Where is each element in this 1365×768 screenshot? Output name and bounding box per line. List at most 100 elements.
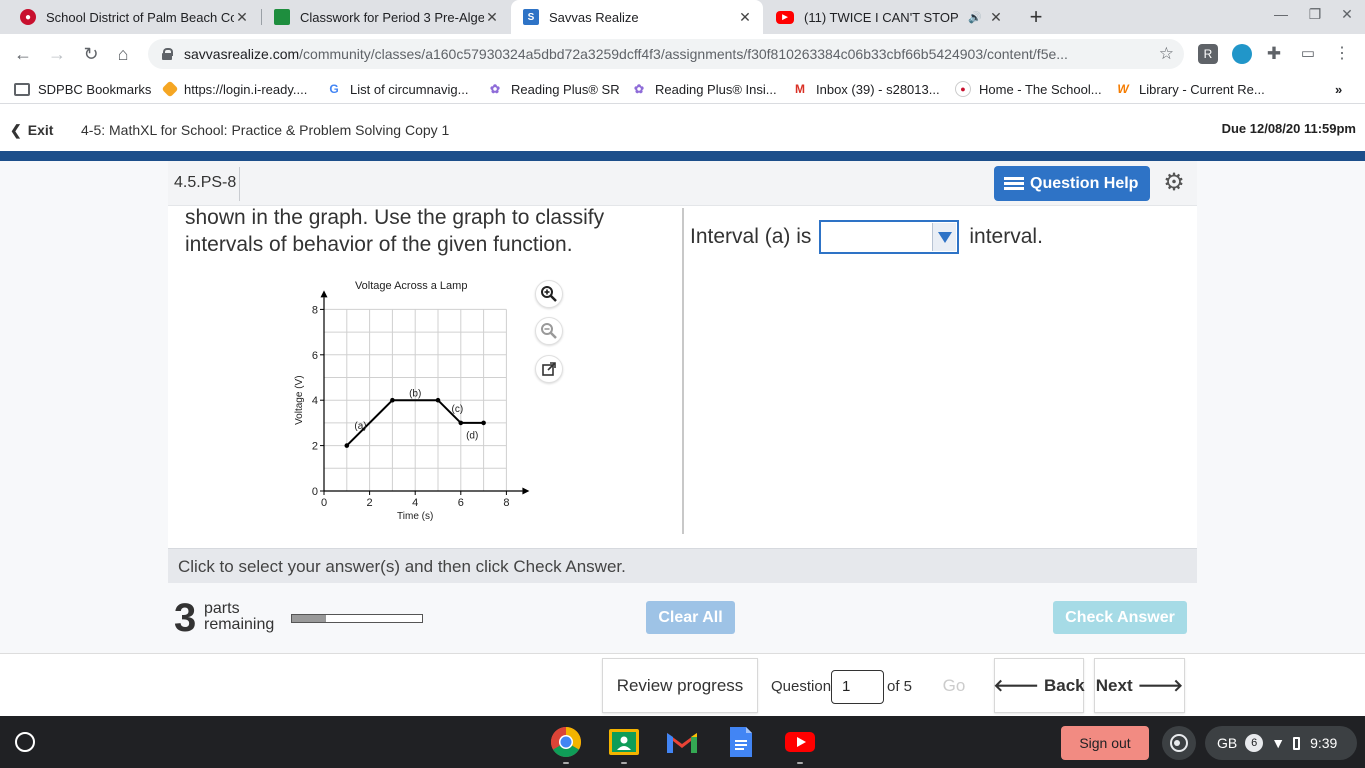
new-tab-button[interactable]: +: [1024, 4, 1048, 30]
wifi-icon: ▼: [1271, 735, 1286, 751]
question-number-input[interactable]: 1: [831, 670, 884, 704]
tab-classwork[interactable]: Classwork for Period 3 Pre-Algeb ✕: [262, 0, 510, 34]
reading-plus-icon: ✿: [489, 82, 501, 96]
x-axis-label: Time (s): [397, 511, 433, 522]
bookmark-label: SDPBC Bookmarks: [38, 81, 152, 97]
close-icon[interactable]: ✕: [234, 9, 250, 26]
gmail-icon[interactable]: [665, 726, 699, 758]
browser-toolbar: ← → ↻ ⌂ savvasrealize.com/community/clas…: [0, 34, 1365, 74]
data-point: [435, 397, 441, 403]
launcher-icon[interactable]: [15, 732, 35, 752]
x-tick-label: 0: [321, 497, 327, 509]
google-classroom-icon[interactable]: [607, 726, 641, 758]
popout-icon[interactable]: [535, 355, 563, 383]
voltage-chart: 0 2 4 6 8 0 2 4 6 8 Voltage Across a Lamp Time (s) V…: [294, 280, 530, 522]
bookmark-label: Reading Plus® SR: [511, 81, 620, 97]
parts-label-line: parts: [204, 600, 240, 617]
y-tick-label: 0: [312, 486, 318, 498]
question-help-button[interactable]: Question Help: [994, 166, 1150, 201]
os-shelf: Sign out GB 6 ▼ 9:39: [0, 716, 1365, 768]
go-button[interactable]: Go: [925, 658, 983, 713]
extensions-puzzle-icon[interactable]: ✚: [1264, 44, 1284, 64]
progress-fill: [292, 615, 326, 622]
bookmark-label: Reading Plus® Insi...: [655, 81, 777, 97]
chrome-icon[interactable]: [549, 726, 583, 758]
bookmarks-overflow-icon[interactable]: »: [1335, 80, 1342, 98]
sign-out-button[interactable]: Sign out: [1061, 726, 1149, 760]
google-docs-icon[interactable]: [724, 726, 758, 758]
clear-all-button[interactable]: Clear All: [646, 601, 735, 634]
back-button[interactable]: 🡐 Back: [993, 658, 1085, 713]
restore-icon[interactable]: ❐: [1305, 6, 1325, 23]
question-number-label: Question: [771, 678, 832, 695]
browser-tab-strip: ● School District of Palm Beach Co ✕ Cla…: [0, 0, 1365, 34]
kebab-menu-icon[interactable]: ⋮: [1332, 44, 1352, 64]
status-area[interactable]: GB 6 ▼ 9:39: [1205, 726, 1357, 760]
y-axis-arrow: [320, 290, 328, 298]
close-icon[interactable]: ✕: [484, 9, 500, 26]
question-header: 4.5.PS-8 Question Help ⚙: [168, 161, 1197, 206]
x-tick-label: 2: [367, 497, 373, 509]
tab-youtube[interactable]: ▶ (11) TWICE I CAN'T STOP ME 🔊 ✕: [764, 0, 1014, 34]
address-bar[interactable]: savvasrealize.com/community/classes/a160…: [148, 39, 1184, 69]
x-tick-label: 8: [503, 497, 509, 509]
youtube-icon[interactable]: [783, 726, 817, 758]
google-classroom-icon: [274, 9, 290, 25]
extension-blue-icon[interactable]: [1232, 44, 1252, 64]
check-answer-button[interactable]: Check Answer: [1053, 601, 1187, 634]
library-icon: W: [1117, 82, 1129, 96]
forward-arrow-icon[interactable]: →: [45, 42, 69, 66]
tab-school-district[interactable]: ● School District of Palm Beach Co ✕: [8, 0, 260, 34]
review-progress-button[interactable]: Review progress: [602, 658, 758, 713]
interval-label: (c): [452, 404, 464, 415]
question-id: 4.5.PS-8: [174, 174, 237, 191]
interval-a-dropdown[interactable]: [819, 220, 960, 254]
cast-icon[interactable]: ▭: [1298, 44, 1318, 64]
zoom-in-icon[interactable]: [535, 280, 563, 308]
y-tick-label: 6: [312, 350, 318, 362]
tray-button[interactable]: [1162, 726, 1196, 760]
exit-button[interactable]: ❮ Exit: [10, 122, 53, 139]
bookmark-reading-plus-sr[interactable]: ✿ Reading Plus® SR: [487, 80, 620, 98]
bookmark-sdpbc[interactable]: SDPBC Bookmarks: [14, 80, 151, 98]
next-button[interactable]: Next 🡒: [1094, 658, 1185, 713]
clock: 9:39: [1310, 735, 1338, 751]
tab-savvas-realize[interactable]: S Savvas Realize ✕: [511, 0, 763, 34]
chart-title: Voltage Across a Lamp: [355, 280, 468, 292]
y-tick-label: 2: [312, 441, 318, 453]
question-navigation: Review progress Question 1 of 5 Go 🡐 Back…: [0, 653, 1365, 716]
iready-icon: [161, 80, 179, 98]
question-text: shown in the graph. Use the graph to cla…: [185, 204, 665, 258]
bookmark-iready[interactable]: https://login.i-ready....: [161, 80, 308, 98]
x-axis-arrow: [522, 487, 530, 495]
close-window-icon[interactable]: ✕: [1337, 6, 1357, 23]
data-point: [390, 397, 395, 403]
assignment-header: ❮ Exit 4-5: MathXL for School: Practice &…: [0, 105, 1365, 151]
bookmark-star-icon[interactable]: ☆: [1159, 44, 1174, 64]
tab-title: (11) TWICE I CAN'T STOP ME: [804, 9, 962, 25]
back-arrow-icon[interactable]: ←: [11, 42, 35, 66]
input-method-label: GB: [1217, 735, 1238, 751]
url-path: /community/classes/a160c57930324a5dbd72a…: [299, 46, 1068, 62]
zoom-out-icon[interactable]: [535, 317, 563, 345]
savvas-icon: S: [523, 9, 539, 25]
bookmark-library[interactable]: W Library - Current Re...: [1115, 80, 1264, 98]
close-icon[interactable]: ✕: [988, 9, 1004, 26]
battery-icon: [1293, 736, 1301, 750]
y-axis-label: Voltage (V): [294, 375, 305, 424]
reload-icon[interactable]: ↻: [79, 42, 103, 66]
bookmark-label: https://login.i-ready....: [184, 81, 308, 97]
bookmark-reading-plus-insight[interactable]: ✿ Reading Plus® Insi...: [631, 80, 777, 98]
minimize-icon[interactable]: —: [1271, 6, 1291, 22]
extension-r-icon[interactable]: R: [1198, 44, 1218, 64]
dropdown-arrow-icon[interactable]: [932, 223, 957, 251]
bookmark-circumnavigation[interactable]: G List of circumnavig...: [326, 80, 468, 98]
close-icon[interactable]: ✕: [737, 9, 753, 26]
question-help-label: Question Help: [1030, 174, 1139, 192]
home-icon[interactable]: ⌂: [111, 42, 135, 66]
bookmark-label: Home - The School...: [979, 81, 1102, 97]
bookmark-inbox[interactable]: M Inbox (39) - s28013...: [792, 80, 940, 98]
bookmark-home-school[interactable]: ● Home - The School...: [955, 80, 1102, 98]
assignment-title: 4-5: MathXL for School: Practice & Probl…: [81, 122, 450, 138]
gear-icon[interactable]: ⚙: [1161, 170, 1187, 196]
